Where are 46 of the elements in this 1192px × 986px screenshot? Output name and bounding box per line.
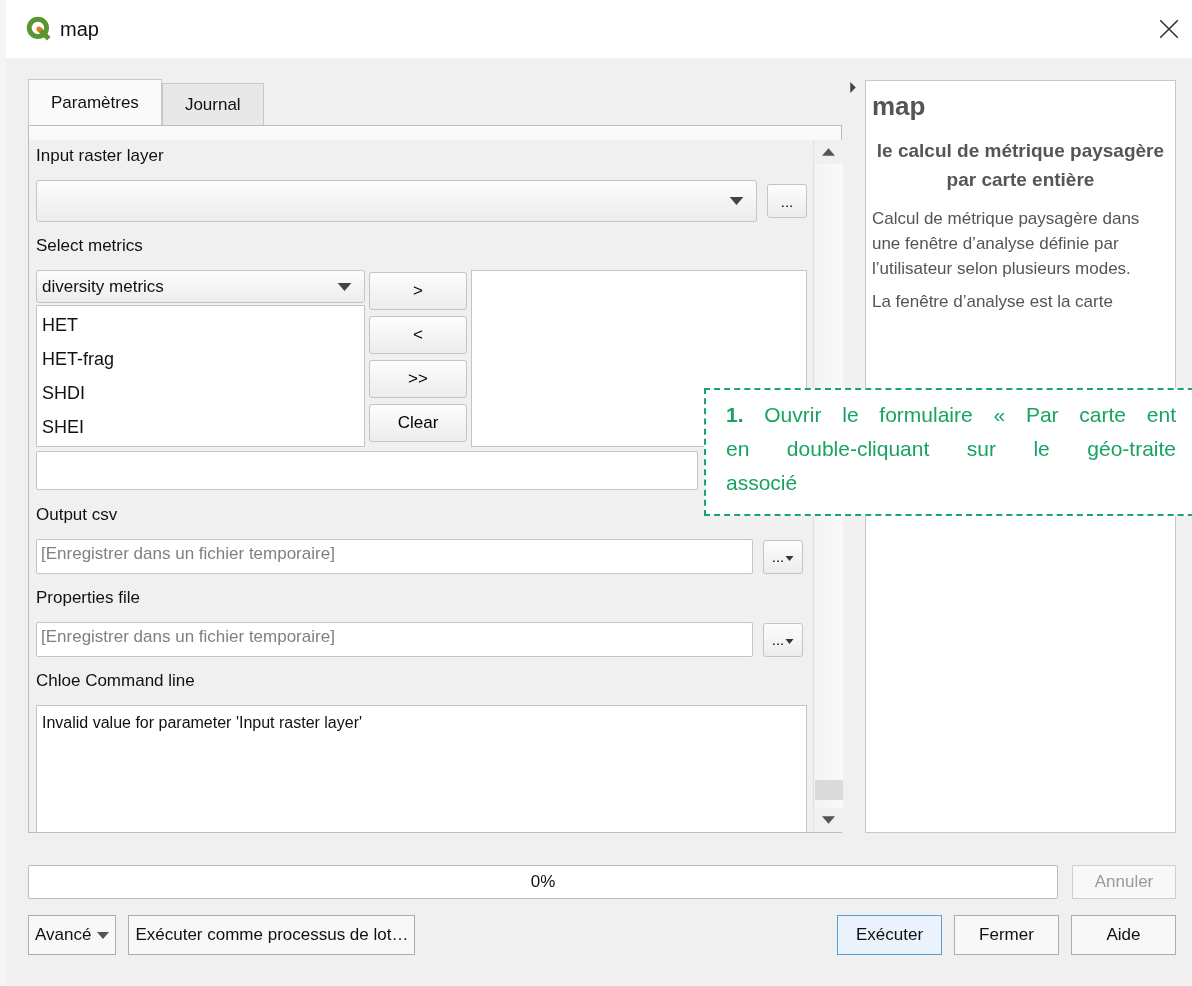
transfer-button[interactable]: Clear: [369, 404, 467, 442]
help-heading: le calcul de métrique paysagère par carte entière: [875, 139, 1166, 192]
field-label: Output csv: [36, 505, 119, 526]
help-title: map: [871, 91, 927, 122]
category-dropdown[interactable]: diversity metrics: [36, 270, 365, 303]
help-text: La fenêtre d’analyse est la carte: [871, 291, 1114, 313]
transfer-button[interactable]: >: [369, 272, 467, 310]
command-line-field[interactable]: Invalid value for parameter 'Input raster layer': [36, 705, 807, 832]
close-icon[interactable]: [1158, 18, 1180, 40]
scroll-thumb[interactable]: [814, 780, 843, 800]
caret-icon: [97, 931, 110, 939]
caret-icon: [785, 556, 795, 561]
browse-button[interactable]: ...: [767, 184, 807, 218]
dialog-button[interactable]: Exécuter: [837, 915, 942, 955]
caret-icon: [337, 282, 352, 291]
callout-text: 1. Ouvrir le formulaire « Par carte ent en double-cliquant sur le géo-traite associé: [726, 402, 1176, 496]
caret-icon: [729, 197, 744, 205]
menu-button[interactable]: Avancé: [28, 915, 117, 955]
tab[interactable]: Journal: [161, 83, 264, 125]
progress-text: 0%: [530, 872, 556, 892]
scroll-down-icon[interactable]: [822, 816, 835, 824]
dialog-button[interactable]: Aide: [1071, 915, 1176, 955]
field-label: Chloe Command line: [36, 671, 196, 692]
list-item[interactable]: SHDI: [42, 376, 359, 410]
caret-icon: [785, 639, 795, 644]
help-text: Calcul de métrique paysagère dans une fenêtre d’analyse définie par l’utilisateur selon plusieurs modes.: [871, 208, 1141, 280]
field-label: Properties file: [36, 588, 141, 609]
list-item[interactable]: HET-frag: [42, 342, 359, 376]
text-field[interactable]: [36, 451, 698, 490]
transfer-button[interactable]: <: [369, 316, 467, 354]
batch-button[interactable]: Exécuter comme processus de lot…: [128, 915, 416, 955]
browse-button[interactable]: ...: [763, 622, 803, 657]
browse-button[interactable]: ...: [763, 539, 803, 574]
scroll-up-icon[interactable]: [822, 148, 835, 156]
app-logo-icon: [26, 16, 52, 42]
properties-field[interactable]: [Enregistrer dans un fichier temporaire]: [36, 622, 753, 657]
list-item[interactable]: HET: [42, 308, 359, 342]
window-title: map: [60, 17, 99, 41]
transfer-button[interactable]: >>: [369, 360, 467, 398]
dialog-button[interactable]: Fermer: [954, 915, 1059, 955]
output-field[interactable]: [Enregistrer dans un fichier temporaire]: [36, 539, 753, 574]
tab[interactable]: Paramètres: [28, 79, 162, 125]
field-label: Input raster layer: [36, 146, 165, 167]
expand-arrow-icon[interactable]: [850, 82, 857, 93]
field-label: Select metrics: [36, 236, 144, 257]
list-item[interactable]: SHEI: [42, 410, 359, 444]
